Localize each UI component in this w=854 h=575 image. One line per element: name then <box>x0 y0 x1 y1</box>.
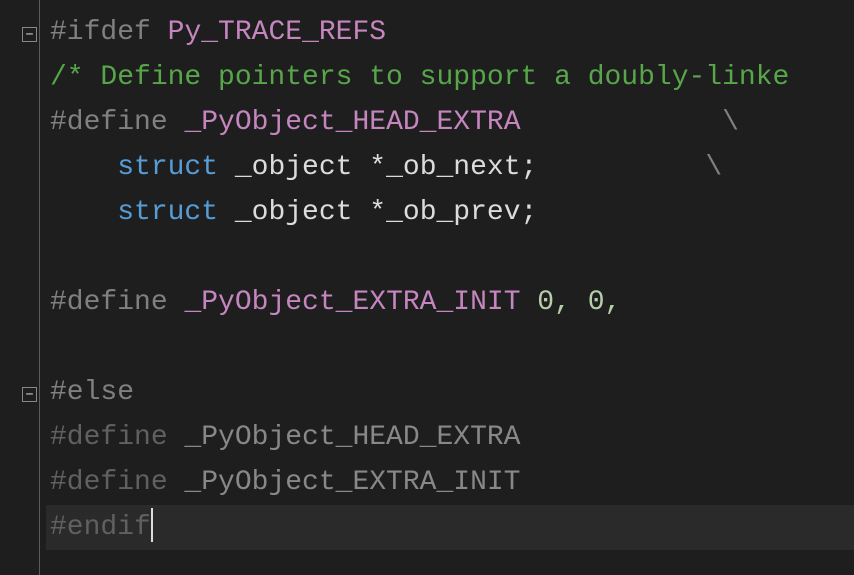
code-line[interactable]: struct _object *_ob_next; \ <box>46 145 854 190</box>
macro-name: _PyObject_HEAD_EXTRA <box>184 107 520 138</box>
preprocessor-directive: #define <box>50 287 168 318</box>
code-line-inactive[interactable]: #define _PyObject_EXTRA_INIT <box>46 460 854 505</box>
code-line[interactable]: #else <box>46 370 854 415</box>
line-continuation: \ <box>705 152 722 183</box>
code-line-current[interactable]: #endif <box>46 505 854 550</box>
macro-name: Py_TRACE_REFS <box>168 17 386 48</box>
space <box>168 287 185 318</box>
semicolon: ; <box>521 197 538 228</box>
identifier: _ob_next <box>386 152 520 183</box>
spacing <box>521 107 723 138</box>
macro-name: _PyObject_EXTRA_INIT <box>184 467 520 498</box>
macro-name: _PyObject_EXTRA_INIT <box>184 287 520 318</box>
fold-toggle-icon[interactable] <box>22 387 37 402</box>
space <box>168 107 185 138</box>
operator-star: * <box>369 197 386 228</box>
preprocessor-directive: #endif <box>50 512 151 543</box>
keyword-struct: struct <box>117 152 218 183</box>
code-line-inactive[interactable]: #define _PyObject_HEAD_EXTRA <box>46 415 854 460</box>
code-line-blank[interactable] <box>46 235 854 280</box>
semicolon: ; <box>521 152 538 183</box>
keyword-struct: struct <box>117 197 218 228</box>
spacing <box>537 152 705 183</box>
fold-toggle-icon[interactable] <box>22 27 37 42</box>
code-line-blank[interactable] <box>46 325 854 370</box>
identifier: _object <box>218 152 369 183</box>
code-line[interactable]: #define _PyObject_HEAD_EXTRA \ <box>46 100 854 145</box>
identifier: _object <box>218 197 369 228</box>
operator-star: * <box>369 152 386 183</box>
fold-gutter <box>0 0 46 575</box>
fold-guide-line <box>39 0 40 575</box>
preprocessor-directive: #define <box>50 107 168 138</box>
indent <box>50 152 117 183</box>
text-cursor <box>151 508 153 542</box>
code-line[interactable]: /* Define pointers to support a doubly-l… <box>46 55 854 100</box>
numeric-literals: 0, 0, <box>521 287 622 318</box>
preprocessor-directive: #ifdef <box>50 17 151 48</box>
preprocessor-directive: #define <box>50 422 184 453</box>
code-content[interactable]: #ifdef Py_TRACE_REFS /* Define pointers … <box>46 0 854 575</box>
code-line[interactable]: #ifdef Py_TRACE_REFS <box>46 10 854 55</box>
preprocessor-directive: #else <box>50 377 134 408</box>
indent <box>50 197 117 228</box>
preprocessor-directive: #define <box>50 467 184 498</box>
identifier: _ob_prev <box>386 197 520 228</box>
code-line[interactable]: #define _PyObject_EXTRA_INIT 0, 0, <box>46 280 854 325</box>
macro-name: _PyObject_HEAD_EXTRA <box>184 422 520 453</box>
comment: /* Define pointers to support a doubly-l… <box>50 62 789 93</box>
line-continuation: \ <box>722 107 739 138</box>
code-editor[interactable]: #ifdef Py_TRACE_REFS /* Define pointers … <box>0 0 854 575</box>
space <box>151 17 168 48</box>
code-line[interactable]: struct _object *_ob_prev; <box>46 190 854 235</box>
